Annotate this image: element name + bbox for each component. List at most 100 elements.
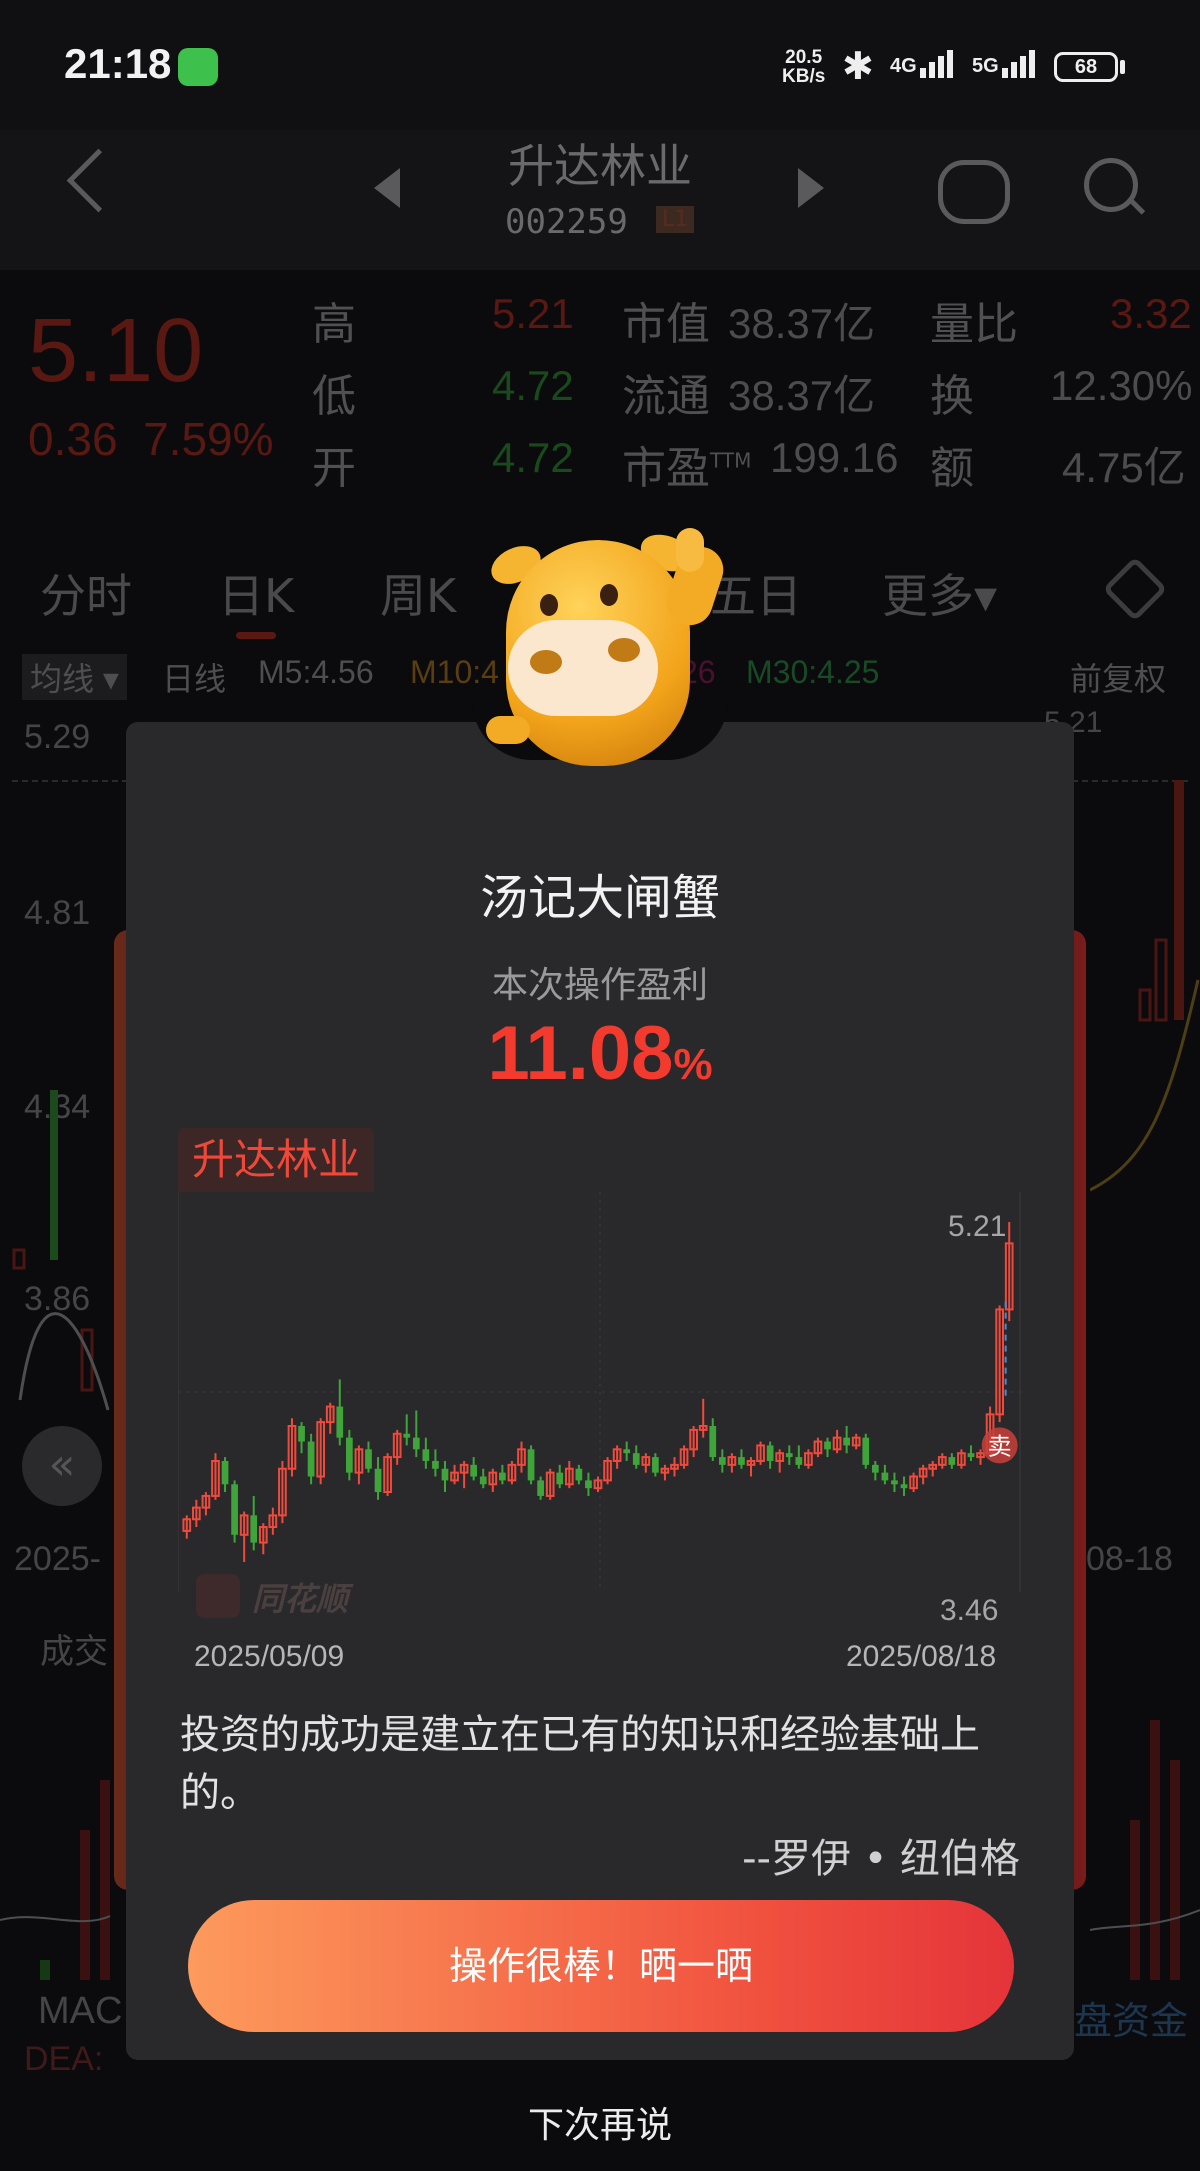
bg-volume-label: 成交 [40, 1633, 108, 1671]
candle-body [795, 1457, 803, 1465]
high-label: 高 [312, 299, 356, 350]
open-value: 4.72 [492, 434, 574, 481]
candle-body [709, 1426, 717, 1458]
vol-ratio-label: 量比 [930, 299, 1018, 350]
stock-tag: 升达林业 [178, 1128, 375, 1192]
mascot-eye-right [600, 584, 618, 606]
battery-tip [1120, 60, 1125, 74]
watermark: 同花顺 [252, 1580, 349, 1618]
candle-body [250, 1515, 258, 1543]
candle-body [432, 1460, 439, 1469]
pe-label: 市盈TTM [622, 443, 752, 494]
candle-body [221, 1460, 229, 1485]
candle-body [231, 1484, 238, 1535]
candle-body [824, 1441, 831, 1450]
bg-dea-label: DEA: [24, 2040, 104, 2078]
candle-body [785, 1453, 793, 1458]
candle-body [843, 1437, 850, 1446]
signal-5g-icon: 5G [972, 50, 1035, 78]
level-badge: L1 [656, 206, 695, 233]
tab-intraday[interactable]: 分时 [40, 560, 132, 626]
candle-body [632, 1453, 640, 1465]
mktcap-value: 38.37亿 [728, 300, 876, 347]
candle-body [585, 1480, 592, 1489]
candle-body [412, 1437, 420, 1450]
clock: 21:18 [64, 40, 172, 87]
avg-line-select[interactable]: 均线 ▾ [22, 654, 127, 700]
share-button[interactable]: 操作很棒！晒一晒 [188, 1900, 1014, 2032]
candle-body [365, 1449, 372, 1469]
amount-label: 额 [930, 443, 974, 494]
candle-body [403, 1433, 411, 1438]
bg-date-left: 2025- [14, 1540, 101, 1578]
net-speed: 20.5 KB/s [782, 47, 826, 87]
candle-body [891, 1480, 898, 1485]
bg-date-right: 08-18 [1086, 1540, 1173, 1578]
candle-body [900, 1484, 908, 1489]
sell-marker-label: 卖 [988, 1432, 1012, 1460]
mascot-thumb [676, 528, 704, 572]
mascot-muzzle [508, 620, 658, 716]
chart-start-date: 2025/05/09 [194, 1640, 345, 1673]
active-tab-indicator [236, 632, 276, 639]
stock-name: 升达林业 [508, 139, 692, 193]
ma30-value: M30:4.25 [746, 654, 880, 690]
tab-daily-k[interactable]: 日K [218, 560, 294, 626]
turnover-value: 12.30% [1050, 362, 1193, 409]
dismiss-button[interactable]: 下次再说 [0, 2096, 1200, 2148]
bg-right-candles [1090, 780, 1200, 1192]
battery-icon: 68 [1054, 52, 1118, 82]
tab-more[interactable]: 更多▾ [882, 560, 997, 626]
tab-weekly-k[interactable]: 周K [380, 560, 456, 626]
candle-body [881, 1472, 889, 1481]
candle-body [575, 1468, 583, 1481]
ma5-value: M5:4.56 [258, 654, 374, 690]
wechat-notification-icon [178, 48, 218, 86]
adjust-select[interactable]: 前复权 [1070, 654, 1166, 700]
candlestick-chart: 卖 [178, 1192, 1022, 1592]
candle-body [298, 1426, 305, 1442]
candle-body [948, 1457, 956, 1465]
vol-ratio-value: 3.32 [1110, 290, 1192, 337]
current-price: 5.10 [28, 301, 204, 401]
float-value: 38.37亿 [728, 372, 876, 419]
tab-five-day[interactable]: 五日 [710, 560, 802, 626]
float-label: 流通 [622, 371, 710, 422]
candle-body [556, 1472, 564, 1485]
settings-icon[interactable] [1102, 556, 1168, 622]
candle-body [766, 1445, 774, 1461]
candle-body [422, 1449, 430, 1461]
mktcap-label: 市值 [622, 299, 710, 350]
candle-body [336, 1406, 344, 1438]
amount-value: 4.75亿 [1062, 444, 1186, 491]
bluetooth-icon: ✱ [842, 44, 874, 88]
candle-body [871, 1464, 879, 1473]
candle-body [441, 1468, 449, 1481]
open-label: 开 [312, 443, 356, 494]
profit-label: 本次操作盈利 [491, 965, 708, 1006]
next-stock-icon[interactable] [798, 168, 824, 208]
profit-value: 11.08% [487, 1011, 713, 1096]
high-value: 5.21 [492, 290, 574, 337]
candle-body [738, 1457, 745, 1465]
candle-body [499, 1472, 506, 1481]
investment-quote: 投资的成功是建立在已有的知识和经验基础上的。 [180, 1712, 980, 1816]
low-value: 4.72 [492, 362, 574, 409]
mascot-nostril-right [608, 638, 640, 662]
period-label: 日线 [162, 661, 227, 697]
low-label: 低 [312, 371, 356, 422]
candle-body [374, 1468, 382, 1493]
candle-body [652, 1457, 659, 1473]
mascot-nostril-left [530, 650, 562, 674]
robot-assistant-icon[interactable] [938, 160, 1010, 224]
candle-body [537, 1480, 544, 1496]
candle-body [346, 1437, 353, 1473]
candle-body [718, 1457, 726, 1465]
chart-y-min: 3.46 [940, 1594, 999, 1627]
pe-value: 199.16 [770, 434, 899, 481]
candle-body [862, 1437, 870, 1465]
bg-left-candles [12, 1090, 110, 1411]
candle-body [967, 1453, 975, 1458]
candle-body [307, 1441, 315, 1477]
candle-body [527, 1449, 535, 1481]
